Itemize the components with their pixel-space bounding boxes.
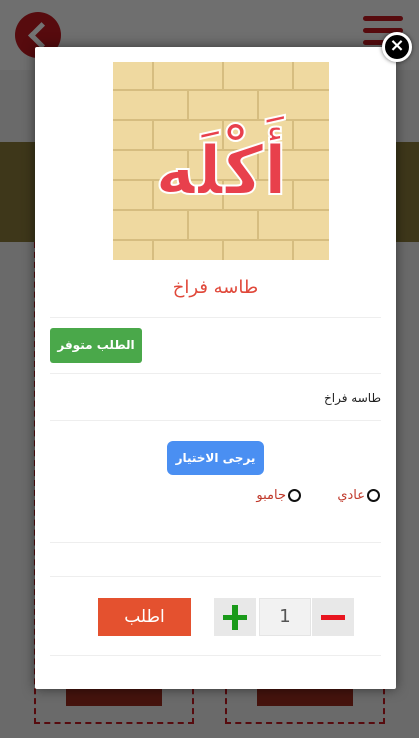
divider (50, 576, 381, 577)
product-description: طاسه فراخ (324, 391, 381, 405)
divider (50, 373, 381, 374)
product-image: أَكْلَه (113, 62, 329, 260)
option-regular[interactable]: عادي (337, 485, 380, 505)
option-label: جامبو (256, 487, 286, 503)
option-label: عادي (337, 487, 365, 503)
radio-icon[interactable] (288, 488, 301, 502)
minus-icon[interactable] (312, 598, 354, 636)
product-title: طاسه فراخ (172, 277, 259, 298)
radio-icon[interactable] (367, 488, 380, 502)
availability-badge: الطلب متوفر (50, 328, 142, 363)
option-jumbo[interactable]: جامبو (256, 485, 301, 505)
divider (50, 420, 381, 421)
divider (50, 655, 381, 656)
divider (50, 317, 381, 318)
quantity-field[interactable]: 1 (259, 598, 311, 636)
close-icon[interactable]: × (382, 32, 412, 62)
divider (50, 542, 381, 543)
brick-logo-image: أَكْلَه (113, 62, 329, 260)
plus-icon[interactable] (214, 598, 256, 636)
order-button[interactable]: اطلب (98, 598, 191, 636)
product-modal: أَكْلَه طاسه فراخ الطلب متوفر طاسه فراخ … (35, 47, 396, 689)
choose-option-button[interactable]: يرجى الاختيار (167, 441, 264, 475)
